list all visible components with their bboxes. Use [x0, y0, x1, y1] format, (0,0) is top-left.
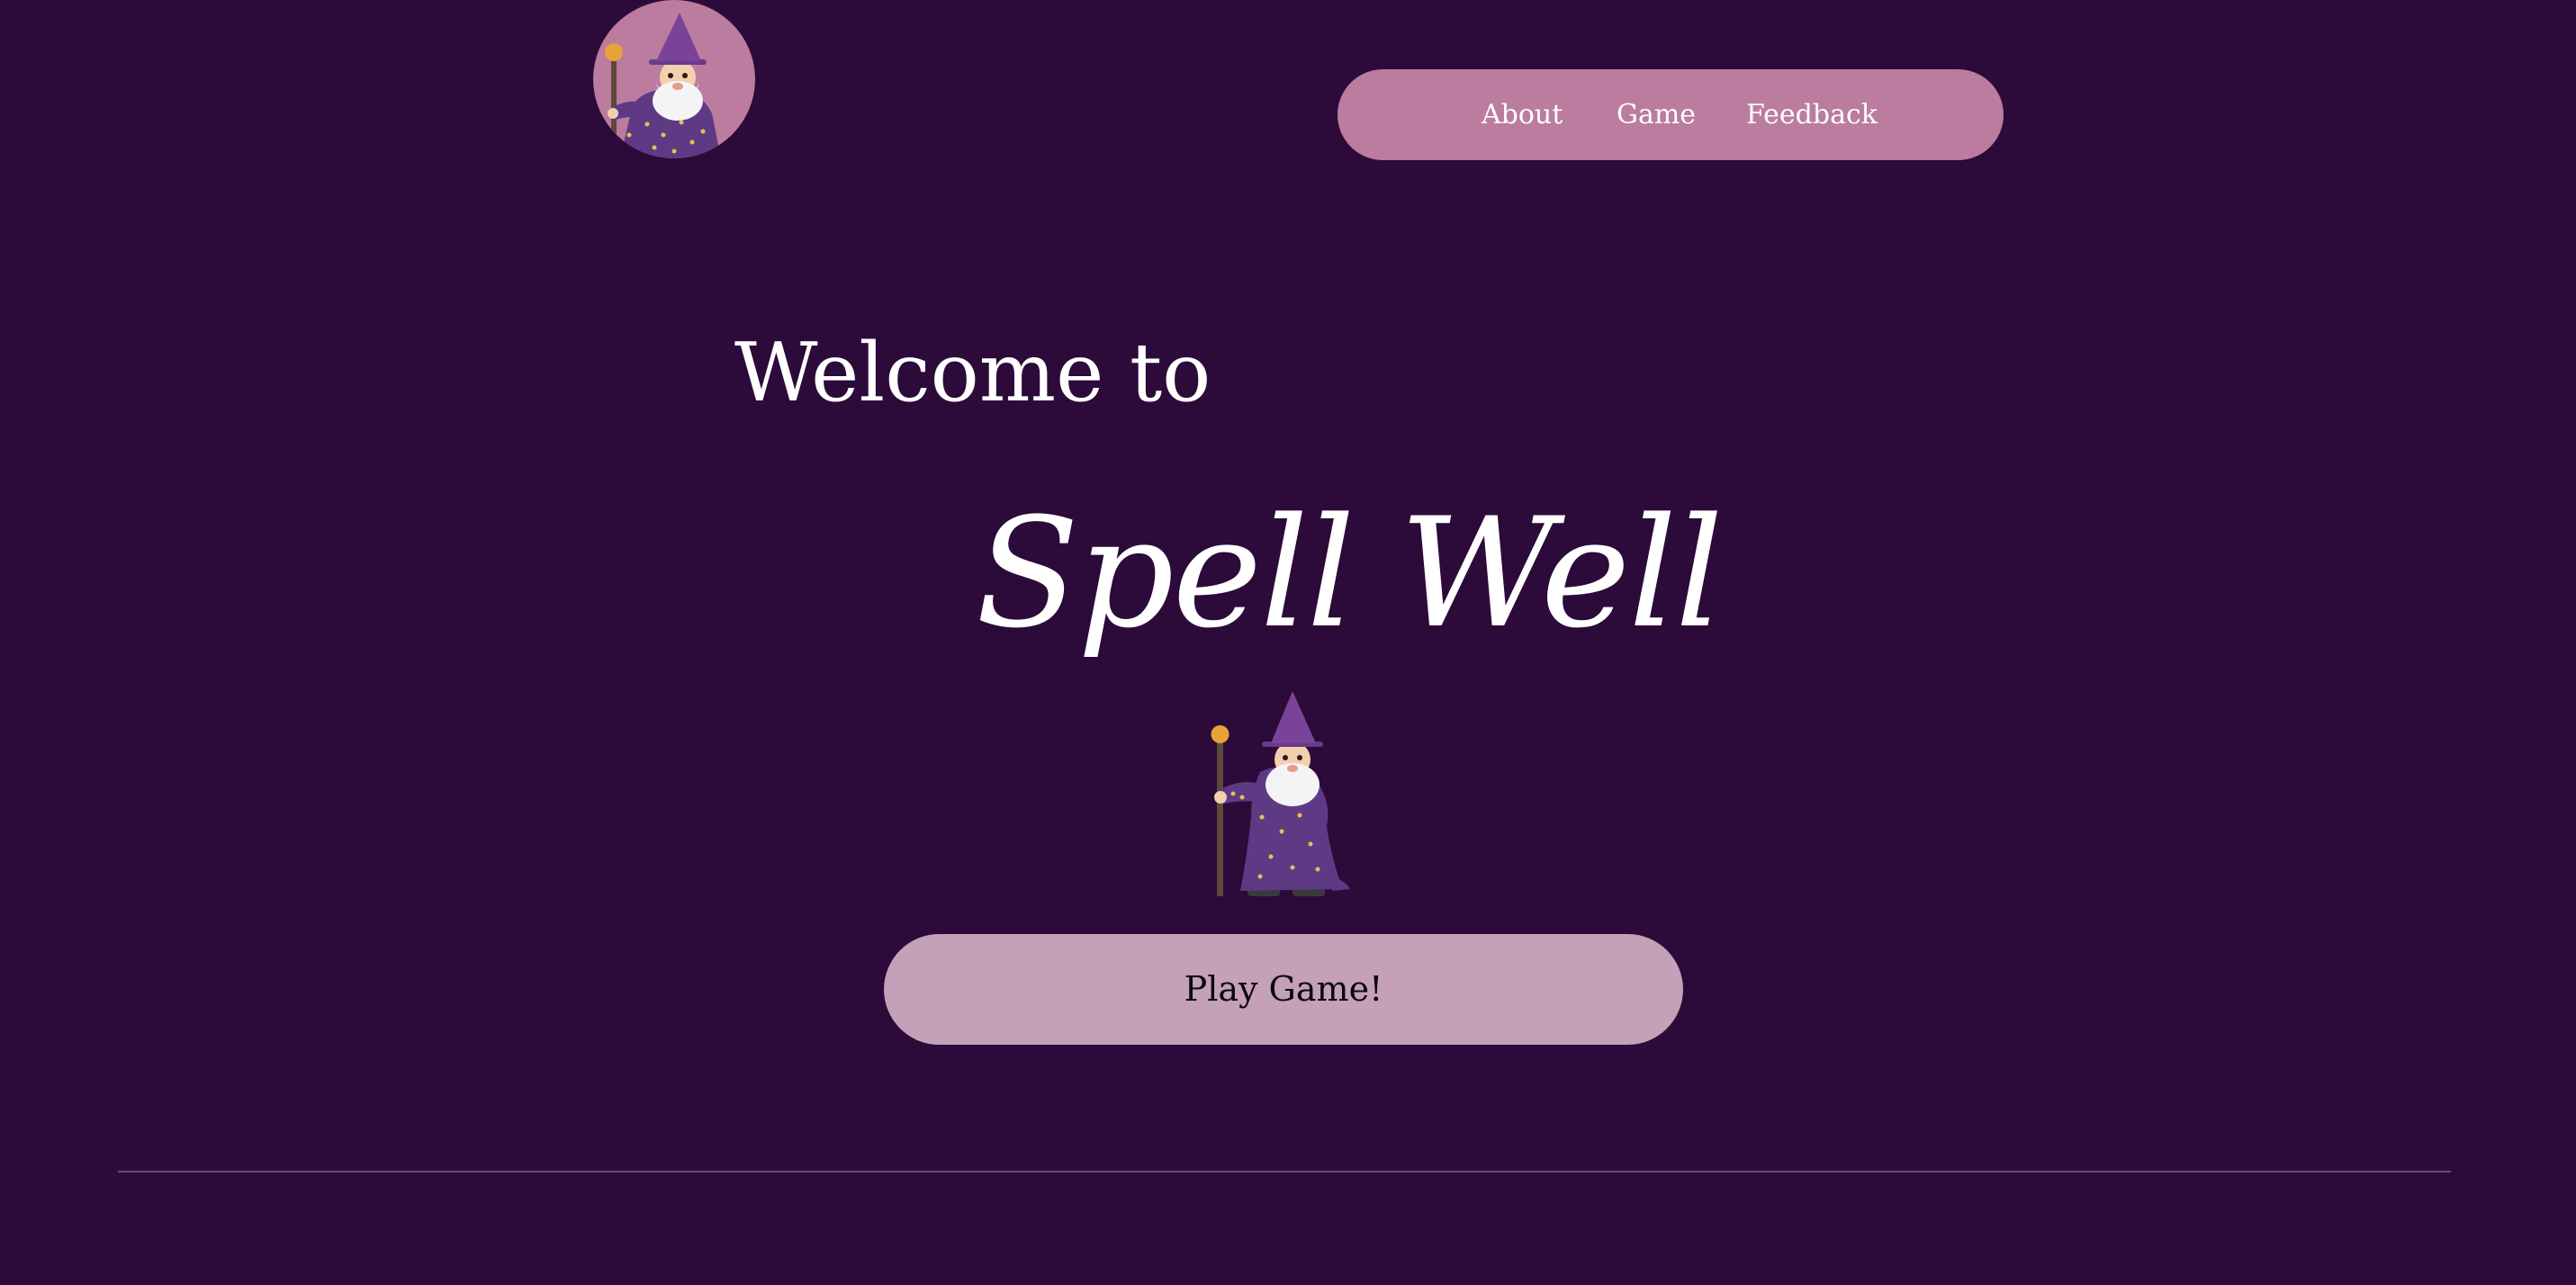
nav-link-feedback[interactable]: Feedback	[1746, 69, 1878, 160]
nav-link-game[interactable]: Game	[1617, 69, 1696, 160]
main-nav: About Game Feedback	[1338, 69, 2004, 160]
welcome-heading: Welcome to	[734, 326, 1211, 420]
footer-divider	[118, 1171, 2451, 1173]
logo-wizard-icon[interactable]	[593, 0, 755, 158]
nav-link-about[interactable]: About	[1482, 69, 1563, 160]
play-game-button[interactable]: Play Game!	[884, 934, 1683, 1045]
page-title: Spell Well	[976, 485, 1724, 661]
wizard-icon	[1206, 691, 1363, 900]
